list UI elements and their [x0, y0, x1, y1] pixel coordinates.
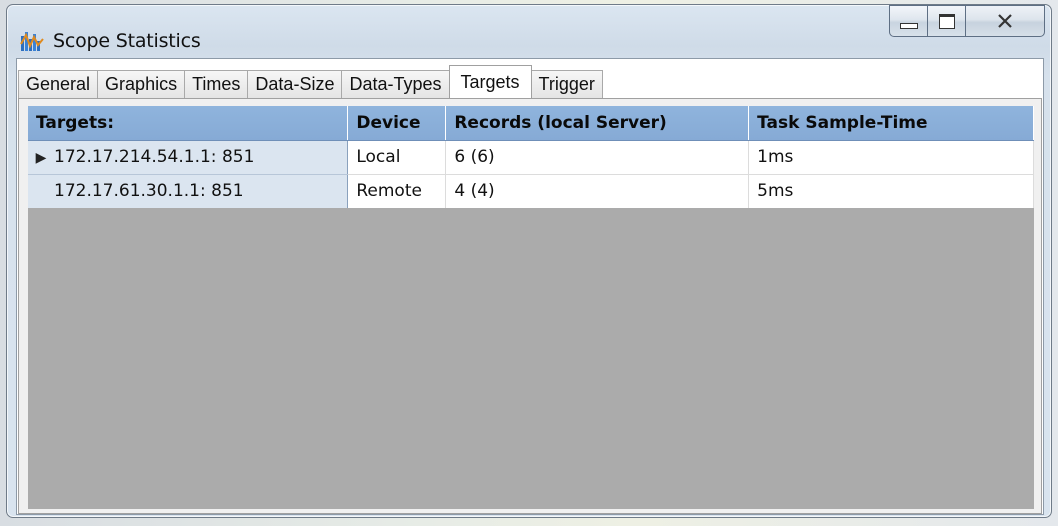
device-cell[interactable]: Local [347, 140, 447, 175]
tab-graphics[interactable]: Graphics [97, 70, 186, 98]
column-header-task-sample-time[interactable]: Task Sample-Time [748, 106, 1034, 141]
close-icon [998, 14, 1012, 28]
minimize-icon [899, 23, 918, 29]
minimize-button[interactable] [889, 5, 927, 37]
grid-empty-area [28, 208, 1034, 509]
records-cell[interactable]: 6 (6) [445, 140, 750, 175]
column-header-records[interactable]: Records (local Server) [445, 106, 750, 141]
column-header-device[interactable]: Device [347, 106, 447, 141]
maximize-icon [938, 13, 955, 29]
maximize-button[interactable] [927, 5, 965, 37]
table-row[interactable]: 172.17.61.30.1.1: 851 Remote 4 (4) 5ms [28, 174, 1034, 209]
current-row-arrow-icon: ▶ [35, 150, 47, 166]
caption-buttons [889, 5, 1045, 37]
records-cell[interactable]: 4 (4) [445, 174, 750, 209]
tab-strip: General Graphics Times Data-Size Data-Ty… [18, 65, 603, 98]
table-header-row: Targets: Device Records (local Server) T… [28, 106, 1034, 141]
sample-time-cell[interactable]: 1ms [748, 140, 1034, 175]
target-address: 172.17.61.30.1.1: 851 [54, 181, 244, 201]
target-cell[interactable]: ▶ 172.17.214.54.1.1: 851 [28, 140, 349, 175]
window-title: Scope Statistics [53, 30, 201, 52]
close-button[interactable] [965, 5, 1045, 37]
target-address: 172.17.214.54.1.1: 851 [54, 147, 255, 167]
tab-data-size[interactable]: Data-Size [247, 70, 343, 98]
tab-times[interactable]: Times [184, 70, 249, 98]
sample-time-cell[interactable]: 5ms [748, 174, 1034, 209]
target-cell[interactable]: 172.17.61.30.1.1: 851 [28, 174, 349, 209]
title-bar[interactable]: Scope Statistics [7, 5, 1051, 57]
tab-data-types[interactable]: Data-Types [341, 70, 450, 98]
tab-targets[interactable]: Targets [448, 65, 532, 98]
scope-statistics-window: Scope Statistics General Graphics Times … [6, 4, 1052, 518]
column-header-targets[interactable]: Targets: [28, 106, 349, 141]
window-client-area: General Graphics Times Data-Size Data-Ty… [16, 58, 1044, 515]
tab-trigger[interactable]: Trigger [530, 70, 603, 98]
targets-grid[interactable]: Targets: Device Records (local Server) T… [28, 106, 1034, 509]
tab-general[interactable]: General [18, 70, 99, 98]
scope-statistics-app-icon [20, 32, 44, 51]
device-cell[interactable]: Remote [347, 174, 447, 209]
targets-table: Targets: Device Records (local Server) T… [28, 106, 1034, 209]
table-row[interactable]: ▶ 172.17.214.54.1.1: 851 Local 6 (6) 1ms [28, 140, 1034, 175]
